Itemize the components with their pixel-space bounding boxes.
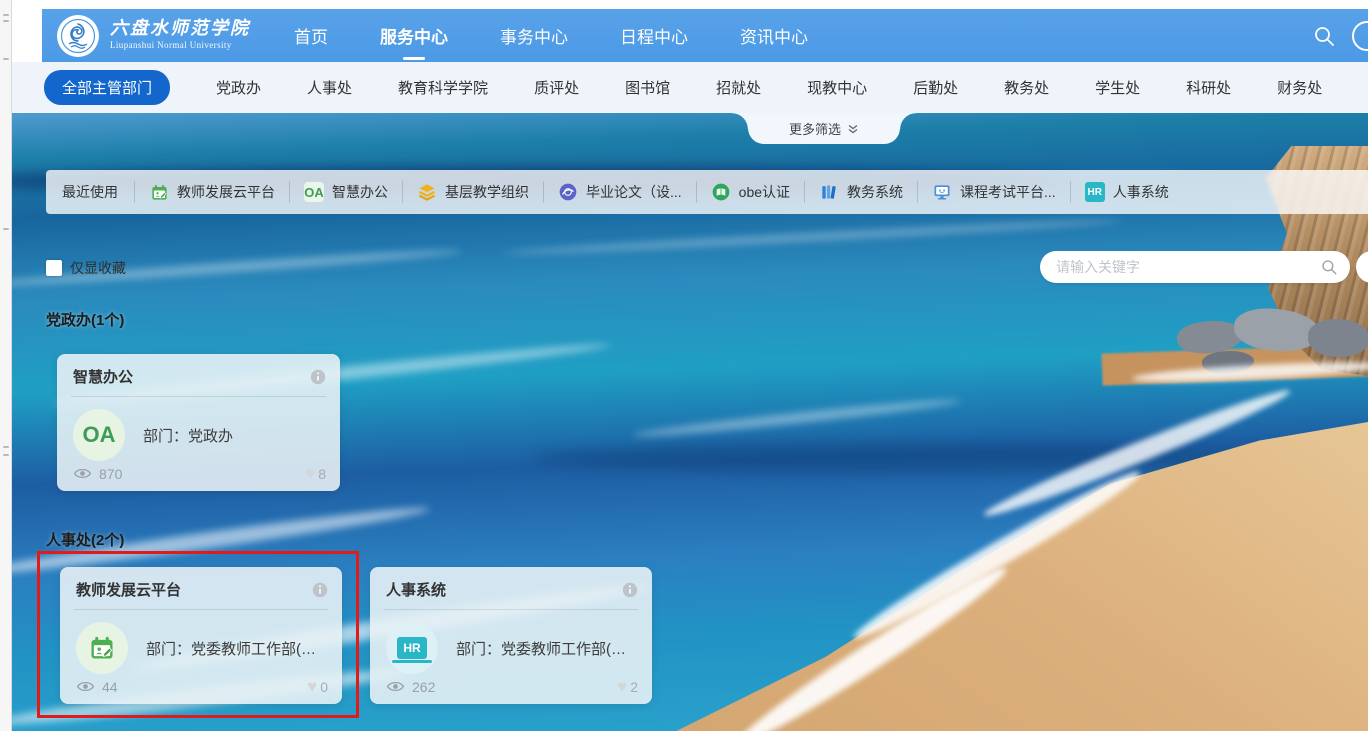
section-title-dangzhengban: 党政办(1个): [46, 309, 124, 330]
university-name-en: Liupanshui Normal University: [110, 41, 250, 50]
nav-service-center[interactable]: 服务中心: [378, 17, 450, 54]
recent-item-label: 基层教学组织: [445, 182, 529, 202]
recent-item-label: 教师发展云平台: [177, 182, 275, 202]
info-icon[interactable]: [310, 369, 326, 385]
recently-used-label: 最近使用: [62, 182, 134, 202]
recent-item-teaching-org[interactable]: 基层教学组织: [403, 182, 543, 202]
view-count: 262: [386, 679, 435, 695]
nav-news-center[interactable]: 资讯中心: [738, 17, 810, 54]
recent-item-exam-platform[interactable]: 课程考试平台...: [918, 182, 1070, 202]
app-card-hr-system[interactable]: 人事系统 HR 部门：党委教师工作部(人事处... 262: [370, 567, 652, 704]
university-seal-icon: [56, 14, 100, 58]
filter-xueshengchu[interactable]: 学生处: [1095, 77, 1140, 98]
hr-badge-icon: HR: [1085, 182, 1105, 202]
filter-zhipingchu[interactable]: 质评处: [534, 77, 579, 98]
keyword-search-input[interactable]: [1056, 259, 1320, 275]
filter-houqinchu[interactable]: 后勤处: [913, 77, 958, 98]
monitor-icon: [932, 182, 952, 202]
favorites-checkbox[interactable]: [46, 260, 62, 276]
top-white-band: [12, 0, 1368, 9]
search-icon[interactable]: [1320, 258, 1338, 276]
books-icon: [819, 182, 839, 202]
background-window-edge: [0, 0, 12, 731]
oa-text-icon: OA: [73, 409, 125, 461]
header-right-tools: [1312, 21, 1368, 51]
university-name: 六盘水师范学院 Liupanshui Normal University: [110, 20, 250, 50]
gold-layers-icon: [417, 182, 437, 202]
calendar-pencil-icon: [76, 622, 128, 674]
keyword-search: [1040, 251, 1350, 283]
card-department: 部门：党委教师工作部(人事处...: [456, 638, 636, 659]
eye-icon: [73, 467, 92, 480]
hr-badge-icon: HR: [386, 622, 438, 674]
header-bar: 六盘水师范学院 Liupanshui Normal University 首页 …: [12, 9, 1368, 62]
recent-item-hr-system[interactable]: HR 人事系统: [1071, 182, 1183, 202]
header-left-gap: [12, 9, 42, 62]
university-logo[interactable]: 六盘水师范学院 Liupanshui Normal University: [56, 14, 250, 58]
obe-circle-icon: [711, 182, 731, 202]
oa-text-icon: OA: [304, 182, 324, 202]
recently-used-bar: 最近使用 教师发展云平台 OA 智慧办公: [46, 170, 1368, 214]
card-department: 部门：党委教师工作部(人事处...: [146, 638, 326, 659]
university-name-zh: 六盘水师范学院: [110, 20, 250, 39]
more-filters-label: 更多筛选: [789, 119, 841, 138]
card-title: 教师发展云平台: [76, 579, 181, 600]
eye-icon: [386, 680, 405, 693]
recent-item-label: obe认证: [739, 182, 790, 202]
nav-home[interactable]: 首页: [292, 17, 330, 54]
more-filters-tab[interactable]: 更多筛选: [748, 113, 900, 144]
thesis-circle-icon: [558, 182, 578, 202]
main-nav: 首页 服务中心 事务中心 日程中心 资讯中心: [292, 17, 810, 54]
recent-item-thesis[interactable]: 毕业论文（设...: [544, 182, 696, 202]
card-department: 部门：党政办: [143, 425, 233, 446]
section-title-renshichu: 人事处(2个): [46, 529, 124, 550]
nav-schedule-center[interactable]: 日程中心: [618, 17, 690, 54]
heart-icon: ♥: [617, 678, 627, 695]
filter-dangzhengban[interactable]: 党政办: [216, 77, 261, 98]
search-icon[interactable]: [1312, 24, 1336, 48]
card-title: 智慧办公: [73, 366, 133, 387]
recent-item-obe[interactable]: obe认证: [697, 182, 804, 202]
view-count: 44: [76, 679, 118, 695]
favorites-label: 仅显收藏: [70, 258, 126, 278]
recent-item-smart-office[interactable]: OA 智慧办公: [290, 182, 402, 202]
app-card-teacher-dev-platform[interactable]: 教师发展云平台 部门：党委教师工作部(人事处...: [60, 567, 342, 704]
heart-icon: ♥: [307, 678, 317, 695]
favorites-only-toggle[interactable]: 仅显收藏: [46, 258, 126, 278]
recent-item-label: 智慧办公: [332, 182, 388, 202]
eye-icon: [76, 680, 95, 693]
filter-xianjiao-center[interactable]: 现教中心: [807, 77, 867, 98]
nav-affairs-center[interactable]: 事务中心: [498, 17, 570, 54]
recent-item-label: 人事系统: [1113, 182, 1169, 202]
info-icon[interactable]: [622, 582, 638, 598]
like-button[interactable]: ♥ 8: [305, 465, 326, 482]
filter-library[interactable]: 图书馆: [625, 77, 670, 98]
filter-keyanchu[interactable]: 科研处: [1186, 77, 1231, 98]
recent-item-teacher-dev[interactable]: 教师发展云平台: [135, 182, 289, 202]
like-button[interactable]: ♥ 0: [307, 678, 328, 695]
info-icon[interactable]: [312, 582, 328, 598]
service-center-page: 六盘水师范学院 Liupanshui Normal University 首页 …: [0, 0, 1368, 731]
recent-item-jiaowu-system[interactable]: 教务系统: [805, 182, 917, 202]
calendar-pencil-icon: [149, 182, 169, 202]
filter-jiaowuchu[interactable]: 教务处: [1004, 77, 1049, 98]
app-card-smart-office[interactable]: 智慧办公 OA 部门：党政办 870 ♥: [57, 354, 340, 491]
recent-item-label: 毕业论文（设...: [586, 182, 682, 202]
card-title: 人事系统: [386, 579, 446, 600]
filter-all-departments[interactable]: 全部主管部门: [44, 70, 170, 105]
filter-zhaojiuchu[interactable]: 招就处: [716, 77, 761, 98]
heart-icon: ♥: [305, 465, 315, 482]
recent-item-label: 课程考试平台...: [960, 182, 1056, 202]
view-count: 870: [73, 466, 122, 482]
filter-renshichu[interactable]: 人事处: [307, 77, 352, 98]
user-avatar-icon[interactable]: [1352, 21, 1368, 51]
like-button[interactable]: ♥ 2: [617, 678, 638, 695]
recent-item-label: 教务系统: [847, 182, 903, 202]
filter-education-school[interactable]: 教育科学学院: [398, 77, 488, 98]
department-filter-bar: 全部主管部门 党政办 人事处 教育科学学院 质评处 图书馆 招就处 现教中心 后…: [12, 62, 1368, 113]
filter-caiwuchu[interactable]: 财务处: [1277, 77, 1322, 98]
chevron-double-down-icon: [847, 123, 859, 135]
